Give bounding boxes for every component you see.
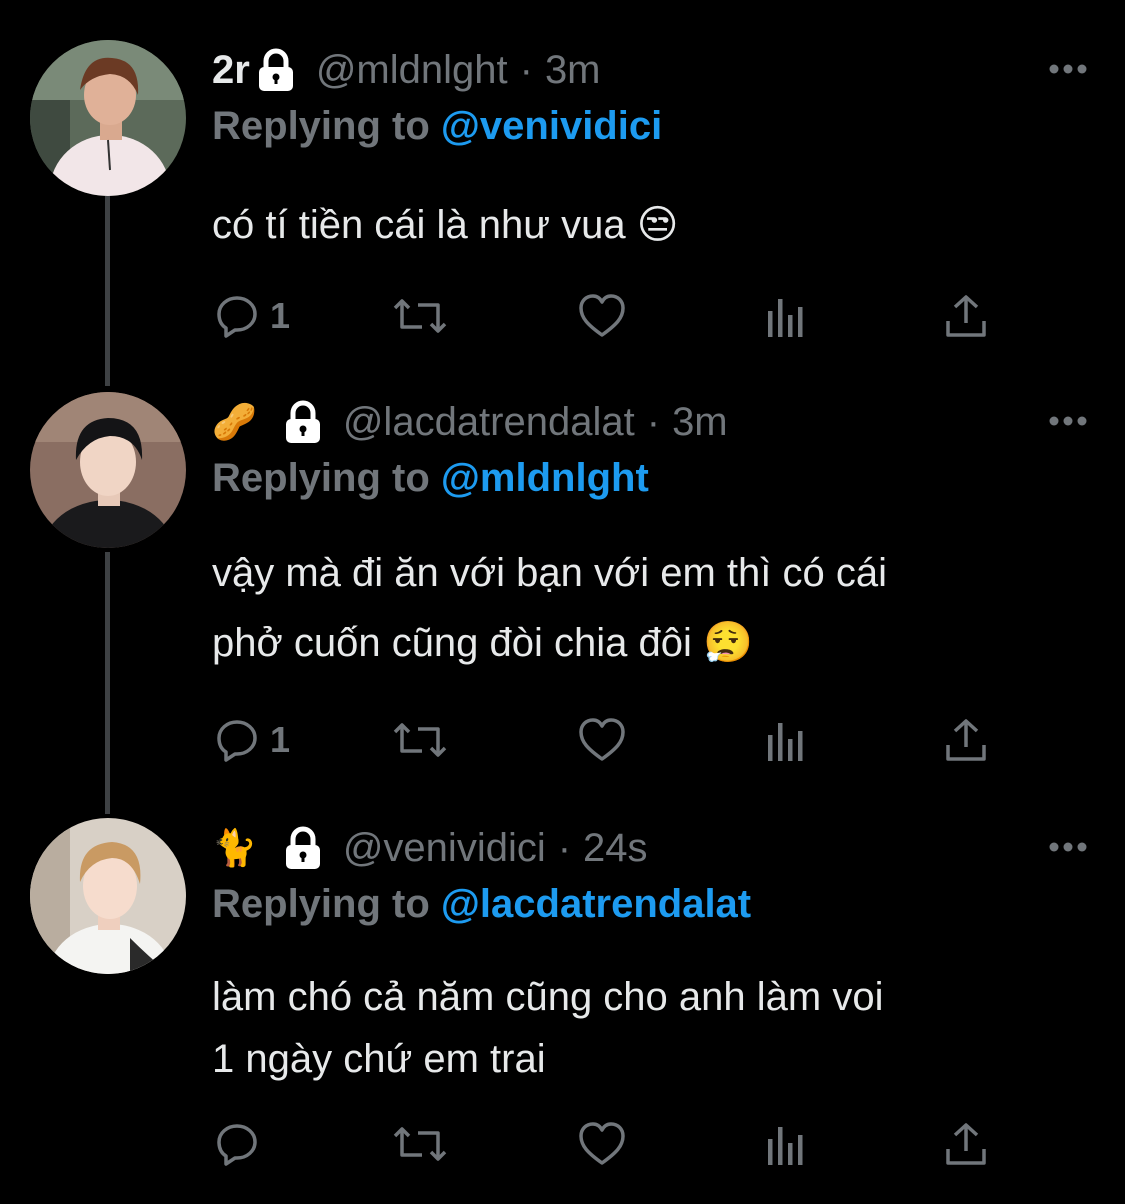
separator-dot: · bbox=[646, 399, 661, 444]
like-button[interactable] bbox=[578, 1114, 626, 1174]
handle[interactable]: @lacdatrendalat bbox=[343, 400, 635, 445]
reply-button[interactable]: 1 bbox=[214, 286, 290, 346]
avatar[interactable] bbox=[30, 818, 186, 974]
reply-icon bbox=[214, 717, 260, 763]
tweet-header: 2r @mldnlght · 3m bbox=[212, 40, 601, 100]
reply-button[interactable] bbox=[214, 1114, 270, 1174]
replying-to-line: Replying to @mldnlght bbox=[212, 456, 649, 501]
retweet-button[interactable] bbox=[392, 1114, 448, 1174]
lock-icon bbox=[256, 48, 296, 92]
replying-to-handle-link[interactable]: @venividici bbox=[441, 104, 662, 148]
separator-dot: · bbox=[557, 825, 572, 870]
timestamp[interactable]: 3m bbox=[545, 48, 601, 93]
more-icon[interactable] bbox=[1049, 62, 1087, 74]
share-button[interactable] bbox=[944, 710, 988, 770]
reply-icon bbox=[214, 293, 260, 339]
tweet[interactable]: 🐈 @venividici · 24s Replying to @lacdatr… bbox=[0, 818, 1125, 1198]
share-icon bbox=[944, 717, 988, 763]
lock-icon bbox=[283, 826, 323, 870]
action-bar: 1 bbox=[212, 286, 1012, 346]
tweet-text: vậy mà đi ăn với bạn với em thì có cái p… bbox=[212, 538, 1092, 678]
action-bar bbox=[212, 1114, 1012, 1174]
handle[interactable]: @venividici bbox=[343, 826, 546, 871]
like-icon bbox=[578, 293, 626, 339]
retweet-button[interactable] bbox=[392, 710, 448, 770]
tweet-text-line: phở cuốn cũng đòi chia đôi 😮‍💨 bbox=[212, 621, 753, 665]
views-button[interactable] bbox=[766, 286, 806, 346]
share-icon bbox=[944, 293, 988, 339]
retweet-button[interactable] bbox=[392, 286, 448, 346]
action-bar: 1 bbox=[212, 710, 1012, 770]
lock-icon bbox=[283, 400, 323, 444]
views-icon bbox=[766, 717, 806, 763]
reply-icon bbox=[214, 1121, 260, 1167]
timestamp[interactable]: 24s bbox=[583, 826, 648, 871]
retweet-icon bbox=[392, 717, 448, 763]
replying-to-line: Replying to @lacdatrendalat bbox=[212, 882, 751, 927]
avatar[interactable] bbox=[30, 40, 186, 196]
display-name[interactable]: 2r bbox=[212, 48, 250, 93]
more-icon[interactable] bbox=[1049, 840, 1087, 852]
like-icon bbox=[578, 1121, 626, 1167]
tweet[interactable]: 2r @mldnlght · 3m Replying to @venividic… bbox=[0, 40, 1125, 370]
handle[interactable]: @mldnlght bbox=[316, 48, 508, 93]
views-button[interactable] bbox=[766, 710, 806, 770]
display-name-emoji[interactable]: 🐈 bbox=[212, 830, 257, 866]
avatar[interactable] bbox=[30, 392, 186, 548]
replying-to-label: Replying to bbox=[212, 456, 430, 500]
tweet[interactable]: 🥜 @lacdatrendalat · 3m Replying to @mldn… bbox=[0, 392, 1125, 792]
share-button[interactable] bbox=[944, 1114, 988, 1174]
more-icon[interactable] bbox=[1049, 414, 1087, 426]
like-button[interactable] bbox=[578, 710, 626, 770]
retweet-icon bbox=[392, 293, 448, 339]
tweet-text-line: vậy mà đi ăn với bạn với em thì có cái bbox=[212, 551, 887, 595]
replying-to-line: Replying to @venividici bbox=[212, 104, 662, 149]
tweet-text: có tí tiền cái là như vua 😒 bbox=[212, 190, 1092, 260]
like-button[interactable] bbox=[578, 286, 626, 346]
tweet-text: làm chó cả năm cũng cho anh làm voi 1 ng… bbox=[212, 966, 1092, 1090]
display-name-emoji[interactable]: 🥜 bbox=[212, 404, 257, 440]
replying-to-handle-link[interactable]: @lacdatrendalat bbox=[441, 882, 751, 926]
timestamp[interactable]: 3m bbox=[672, 400, 728, 445]
retweet-icon bbox=[392, 1121, 448, 1167]
tweet-header: 🐈 @venividici · 24s bbox=[212, 818, 648, 878]
replying-to-label: Replying to bbox=[212, 882, 430, 926]
like-icon bbox=[578, 717, 626, 763]
reply-count: 1 bbox=[270, 295, 291, 336]
reply-count: 1 bbox=[270, 719, 291, 760]
views-icon bbox=[766, 293, 806, 339]
tweet-text-line: có tí tiền cái là như vua 😒 bbox=[212, 203, 679, 247]
views-icon bbox=[766, 1121, 806, 1167]
views-button[interactable] bbox=[766, 1114, 806, 1174]
tweet-text-line: làm chó cả năm cũng cho anh làm voi bbox=[212, 975, 884, 1019]
share-icon bbox=[944, 1121, 988, 1167]
share-button[interactable] bbox=[944, 286, 988, 346]
tweet-text-line: 1 ngày chứ em trai bbox=[212, 1037, 546, 1081]
separator-dot: · bbox=[519, 47, 533, 92]
tweet-header: 🥜 @lacdatrendalat · 3m bbox=[212, 392, 728, 452]
replying-to-label: Replying to bbox=[212, 104, 430, 148]
replying-to-handle-link[interactable]: @mldnlght bbox=[441, 456, 649, 500]
reply-button[interactable]: 1 bbox=[214, 710, 290, 770]
